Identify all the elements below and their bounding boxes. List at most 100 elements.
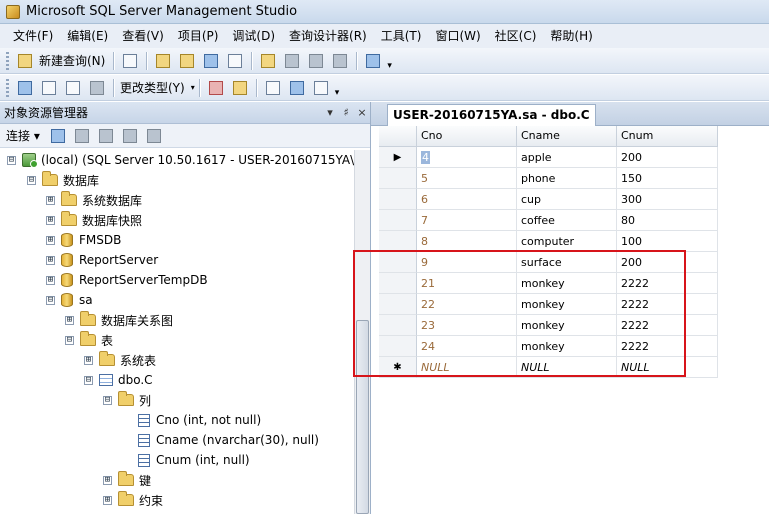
cell-cnum[interactable]: 80 — [617, 210, 718, 231]
cell-cnum[interactable]: 200 — [617, 147, 718, 168]
disconnect-icon[interactable] — [72, 126, 92, 146]
expand-icon[interactable]: ⊞ — [46, 255, 55, 265]
cell-cname[interactable]: cup — [517, 189, 617, 210]
cell-cnum[interactable]: 2222 — [617, 336, 718, 357]
expand-icon[interactable]: ⊞ — [84, 355, 93, 365]
close-icon[interactable]: × — [354, 106, 370, 119]
tree-node-databases[interactable]: ⊟ 数据库 — [27, 170, 99, 190]
refresh-icon[interactable] — [144, 126, 164, 146]
tree-node-column-cnum[interactable]: Cnum (int, null) — [138, 450, 250, 470]
cell-cnum[interactable]: 2222 — [617, 315, 718, 336]
expand-icon[interactable]: ⊞ — [46, 195, 55, 205]
row-header[interactable] — [379, 336, 417, 357]
cell-cname[interactable]: monkey — [517, 273, 617, 294]
table-row[interactable]: 9 surface 200 — [379, 252, 718, 273]
cell-cno[interactable]: 5 — [417, 168, 517, 189]
tree-node-reportserver[interactable]: ⊞ ReportServer — [46, 250, 158, 270]
sql-compact-query-icon[interactable] — [225, 51, 245, 71]
document-tab-dbo-c[interactable]: USER-20160715YA.sa - dbo.C — [387, 104, 596, 126]
collapse-icon[interactable]: ⊟ — [84, 375, 93, 385]
expand-icon[interactable]: ⊞ — [46, 215, 55, 225]
toolbar-overflow-icon[interactable]: ▾ — [335, 88, 340, 100]
menu-file[interactable]: 文件(F) — [6, 25, 60, 47]
save-icon[interactable] — [282, 51, 302, 71]
menu-project[interactable]: 项目(P) — [171, 25, 226, 47]
tree-node-column-cname[interactable]: Cname (nvarchar(30), null) — [138, 430, 319, 450]
collapse-icon[interactable]: ⊟ — [65, 335, 74, 345]
cell-cname[interactable]: monkey — [517, 315, 617, 336]
tree-node-server[interactable]: ⊟ (local) (SQL Server 10.50.1617 - USER-… — [7, 150, 354, 170]
cell-cno[interactable]: 7 — [417, 210, 517, 231]
toolbar-grip[interactable] — [6, 78, 9, 97]
expand-icon[interactable]: ⊞ — [46, 275, 55, 285]
table-row[interactable]: 8 computer 100 — [379, 231, 718, 252]
tree-node-system-databases[interactable]: ⊞ 系统数据库 — [46, 190, 142, 210]
row-header[interactable] — [379, 189, 417, 210]
tree-node-constraints[interactable]: ⊞ 约束 — [103, 490, 163, 510]
cell-cname[interactable]: NULL — [517, 357, 617, 378]
show-criteria-pane-icon[interactable] — [39, 78, 59, 98]
table-row[interactable]: 21 monkey 2222 — [379, 273, 718, 294]
analysis-xmla-query-icon[interactable] — [201, 51, 221, 71]
collapse-icon[interactable]: ⊟ — [103, 395, 112, 405]
group-by-icon[interactable] — [263, 78, 283, 98]
connect-button[interactable]: 连接 ▾ — [6, 127, 40, 144]
tree-node-dbo-c[interactable]: ⊟ dbo.C — [84, 370, 153, 390]
tree-node-tables[interactable]: ⊟ 表 — [65, 330, 113, 350]
save-all-icon[interactable] — [306, 51, 326, 71]
expand-icon[interactable]: ⊞ — [103, 495, 112, 505]
cell-cnum[interactable]: 2222 — [617, 273, 718, 294]
grid-corner-header[interactable] — [379, 126, 417, 147]
cell-cname[interactable]: phone — [517, 168, 617, 189]
cell-cno[interactable]: 6 — [417, 189, 517, 210]
menu-view[interactable]: 查看(V) — [115, 25, 171, 47]
cell-cnum[interactable]: 2222 — [617, 294, 718, 315]
new-query-button[interactable]: 新建查询(N) — [39, 52, 105, 69]
pin-icon[interactable]: ♯ — [338, 106, 354, 119]
cell-cname[interactable]: computer — [517, 231, 617, 252]
cell-cnum[interactable]: 150 — [617, 168, 718, 189]
collapse-icon[interactable]: ⊟ — [7, 155, 16, 165]
table-row[interactable]: 24 monkey 2222 — [379, 336, 718, 357]
table-row[interactable]: 22 monkey 2222 — [379, 294, 718, 315]
cell-cno[interactable]: NULL — [417, 357, 517, 378]
tree-node-columns[interactable]: ⊟ 列 — [103, 390, 151, 410]
change-type-dropdown[interactable]: 更改类型(Y) — [120, 79, 185, 96]
show-results-pane-icon[interactable] — [87, 78, 107, 98]
cell-cno[interactable]: 8 — [417, 231, 517, 252]
cell-cname[interactable]: monkey — [517, 336, 617, 357]
add-derived-table-icon[interactable] — [311, 78, 331, 98]
current-row-marker-icon[interactable]: ▶ — [379, 147, 417, 168]
menu-edit[interactable]: 编辑(E) — [60, 25, 115, 47]
print-icon[interactable] — [330, 51, 350, 71]
show-sql-pane-icon[interactable] — [63, 78, 83, 98]
new-row-marker-icon[interactable]: ✱ — [379, 357, 417, 378]
row-header[interactable] — [379, 168, 417, 189]
chevron-down-icon[interactable]: ▾ — [191, 83, 195, 92]
tree-vertical-scrollbar[interactable] — [354, 150, 370, 514]
row-header[interactable] — [379, 252, 417, 273]
verify-sql-icon[interactable] — [230, 78, 250, 98]
cell-cnum[interactable]: 300 — [617, 189, 718, 210]
menu-tools[interactable]: 工具(T) — [374, 25, 429, 47]
tree-node-keys[interactable]: ⊞ 键 — [103, 470, 151, 490]
collapse-icon[interactable]: ⊟ — [27, 175, 36, 185]
cell-cnum[interactable]: 200 — [617, 252, 718, 273]
database-engine-query-icon[interactable] — [120, 51, 140, 71]
analysis-mdx-query-icon[interactable] — [153, 51, 173, 71]
tree-node-sa[interactable]: ⊟ sa — [46, 290, 93, 310]
open-file-icon[interactable] — [258, 51, 278, 71]
cell-cname[interactable]: surface — [517, 252, 617, 273]
tree-node-reportservertempdb[interactable]: ⊞ ReportServerTempDB — [46, 270, 208, 290]
tree-node-fmsdb[interactable]: ⊞ FMSDB — [46, 230, 121, 250]
row-header[interactable] — [379, 273, 417, 294]
cell-cno[interactable]: 22 — [417, 294, 517, 315]
activity-monitor-icon[interactable] — [363, 51, 383, 71]
scrollbar-thumb[interactable] — [356, 320, 369, 514]
show-diagram-pane-icon[interactable] — [15, 78, 35, 98]
execute-sql-icon[interactable] — [206, 78, 226, 98]
menu-community[interactable]: 社区(C) — [488, 25, 544, 47]
toolbar-overflow-icon[interactable]: ▾ — [387, 61, 392, 73]
tree-node-system-tables[interactable]: ⊞ 系统表 — [84, 350, 156, 370]
tree-node-database-diagrams[interactable]: ⊞ 数据库关系图 — [65, 310, 173, 330]
